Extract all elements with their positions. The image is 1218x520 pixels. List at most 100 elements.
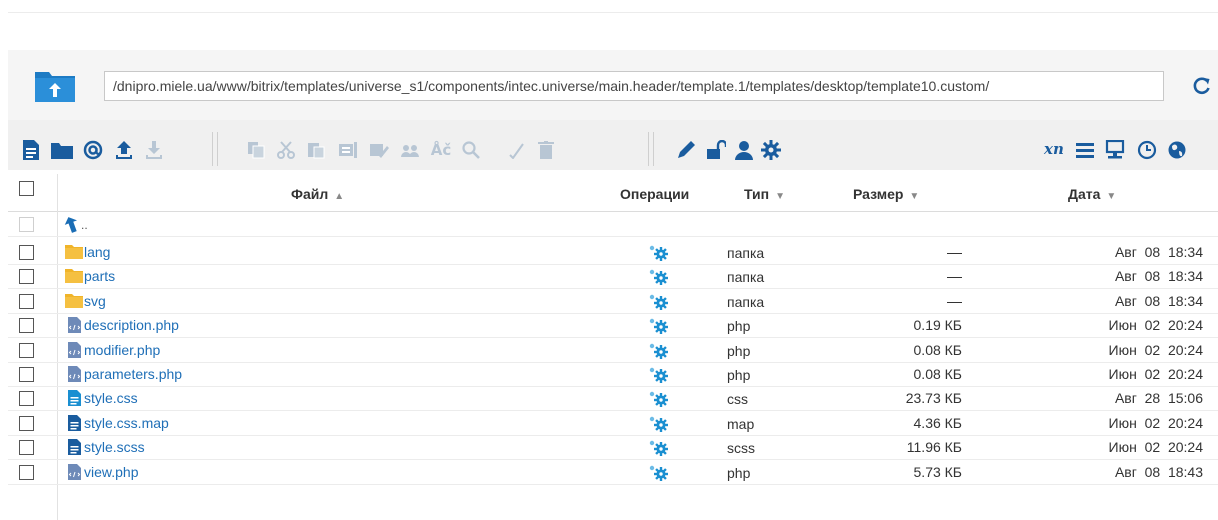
file-name-link[interactable]: lang — [84, 244, 110, 260]
folder-icon — [65, 244, 83, 262]
file-php-icon — [68, 366, 81, 385]
search-icon[interactable] — [460, 139, 482, 161]
table-row[interactable]: parts папка Авг 08 18:34 — [0, 264, 1218, 288]
file-date: Июн 02 20:24 — [1108, 415, 1203, 431]
file-type: php — [727, 318, 751, 334]
rename-icon[interactable] — [337, 139, 359, 161]
unlock-icon[interactable] — [705, 139, 727, 161]
file-php-icon — [68, 342, 81, 361]
table-row[interactable]: view.php php 5.73 КБ Авг 08 18:43 — [0, 460, 1218, 484]
row-checkbox[interactable] — [19, 343, 34, 358]
sort-asc-icon: ▲ — [334, 191, 345, 202]
file-php-icon — [68, 464, 81, 483]
list-icon[interactable] — [1075, 139, 1095, 161]
size-dash — [947, 253, 962, 254]
new-file-icon[interactable] — [22, 139, 40, 161]
paste-icon[interactable] — [305, 139, 327, 161]
table-row[interactable]: style.css css 23.73 КБ Авг 28 15:06 — [0, 386, 1218, 410]
operations-gear-icon[interactable] — [648, 245, 670, 264]
table-row[interactable]: description.php php 0.19 КБ Июн 02 20:24 — [0, 313, 1218, 337]
row-checkbox[interactable] — [19, 245, 34, 260]
table-row[interactable]: style.scss scss 11.96 КБ Июн 02 20:24 — [0, 435, 1218, 459]
parent-dir-label: .. — [81, 218, 88, 232]
delete-icon[interactable] — [535, 139, 557, 161]
at-icon[interactable] — [82, 139, 104, 161]
file-size: 11.96 КБ — [906, 439, 962, 455]
file-type: папка — [727, 294, 765, 310]
new-folder-icon[interactable] — [50, 139, 74, 161]
operations-gear-icon[interactable] — [648, 465, 670, 484]
row-checkbox[interactable] — [19, 318, 34, 333]
operations-gear-icon[interactable] — [648, 343, 670, 362]
row-checkbox[interactable] — [19, 294, 34, 309]
table-row[interactable]: svg папка Авг 08 18:34 — [0, 289, 1218, 313]
file-name-link[interactable]: svg — [84, 293, 106, 309]
file-name-link[interactable]: style.css — [84, 390, 138, 406]
cut-icon[interactable] — [275, 139, 297, 161]
file-name-link[interactable]: view.php — [84, 464, 138, 480]
operations-gear-icon[interactable] — [648, 367, 670, 386]
pencil-icon[interactable] — [675, 139, 697, 161]
file-size: 0.19 КБ — [913, 317, 962, 333]
download-icon[interactable] — [143, 139, 165, 161]
encoding-icon[interactable]: Åč — [428, 139, 454, 161]
table-row[interactable]: modifier.php php 0.08 КБ Июн 02 20:24 — [0, 338, 1218, 362]
copy-icon[interactable] — [245, 139, 267, 161]
folder-up-icon[interactable] — [34, 69, 76, 103]
row-checkbox[interactable] — [19, 416, 34, 431]
toolbar-separator — [212, 132, 218, 166]
operations-gear-icon[interactable] — [648, 440, 670, 459]
file-doc-icon — [68, 415, 81, 434]
row-checkbox[interactable] — [19, 269, 34, 284]
arrow-up-icon[interactable] — [64, 215, 82, 236]
column-file[interactable]: Файл ▲ — [291, 186, 344, 202]
operations-gear-icon[interactable] — [648, 416, 670, 435]
row-checkbox[interactable] — [19, 465, 34, 480]
operations-gear-icon[interactable] — [648, 294, 670, 313]
clock-icon[interactable] — [1136, 139, 1158, 161]
column-size[interactable]: Размер ▼ — [853, 186, 919, 202]
path-input[interactable] — [104, 71, 1164, 101]
edit-icon[interactable] — [368, 139, 390, 161]
settings-icon[interactable] — [760, 139, 782, 161]
file-name-link[interactable]: description.php — [84, 317, 179, 333]
file-type: папка — [727, 269, 765, 285]
group-icon[interactable] — [399, 139, 421, 161]
file-type: php — [727, 465, 751, 481]
xn-icon[interactable]: xn — [1044, 140, 1064, 158]
file-type: scss — [727, 440, 755, 456]
refresh-icon[interactable] — [1192, 76, 1212, 96]
operations-gear-icon[interactable] — [648, 269, 670, 288]
user-icon[interactable] — [733, 139, 755, 161]
size-dash — [947, 277, 962, 278]
column-date[interactable]: Дата ▼ — [1068, 186, 1116, 202]
monitor-icon[interactable] — [1104, 139, 1126, 161]
file-name-link[interactable]: parts — [84, 268, 115, 284]
file-name-link[interactable]: style.css.map — [84, 415, 169, 431]
row-checkbox[interactable] — [19, 391, 34, 406]
select-all-checkbox[interactable] — [19, 181, 34, 196]
parent-directory-row[interactable]: .. — [0, 212, 1218, 236]
check-icon[interactable] — [505, 139, 527, 161]
operations-gear-icon[interactable] — [648, 318, 670, 337]
file-size: 5.73 КБ — [913, 464, 962, 480]
file-date: Авг 08 18:34 — [1114, 268, 1203, 284]
folder-icon — [65, 293, 83, 311]
table-row[interactable]: parameters.php php 0.08 КБ Июн 02 20:24 — [0, 362, 1218, 386]
row-checkbox[interactable] — [19, 440, 34, 455]
table-header — [8, 174, 1218, 212]
sort-icon: ▼ — [775, 191, 785, 202]
globe-icon[interactable] — [1166, 139, 1188, 161]
operations-gear-icon[interactable] — [648, 391, 670, 410]
row-checkbox[interactable] — [19, 367, 34, 382]
table-row[interactable]: style.css.map map 4.36 КБ Июн 02 20:24 — [0, 411, 1218, 435]
file-name-link[interactable]: parameters.php — [84, 366, 182, 382]
upload-icon[interactable] — [113, 139, 135, 161]
file-date: Авг 08 18:43 — [1114, 464, 1203, 480]
file-name-link[interactable]: style.scss — [84, 439, 145, 455]
sort-icon: ▼ — [1106, 191, 1117, 202]
column-type[interactable]: Тип ▼ — [744, 186, 785, 202]
table-row[interactable]: lang папка Авг 08 18:34 — [0, 240, 1218, 264]
file-name-link[interactable]: modifier.php — [84, 342, 160, 358]
size-dash — [947, 302, 962, 303]
